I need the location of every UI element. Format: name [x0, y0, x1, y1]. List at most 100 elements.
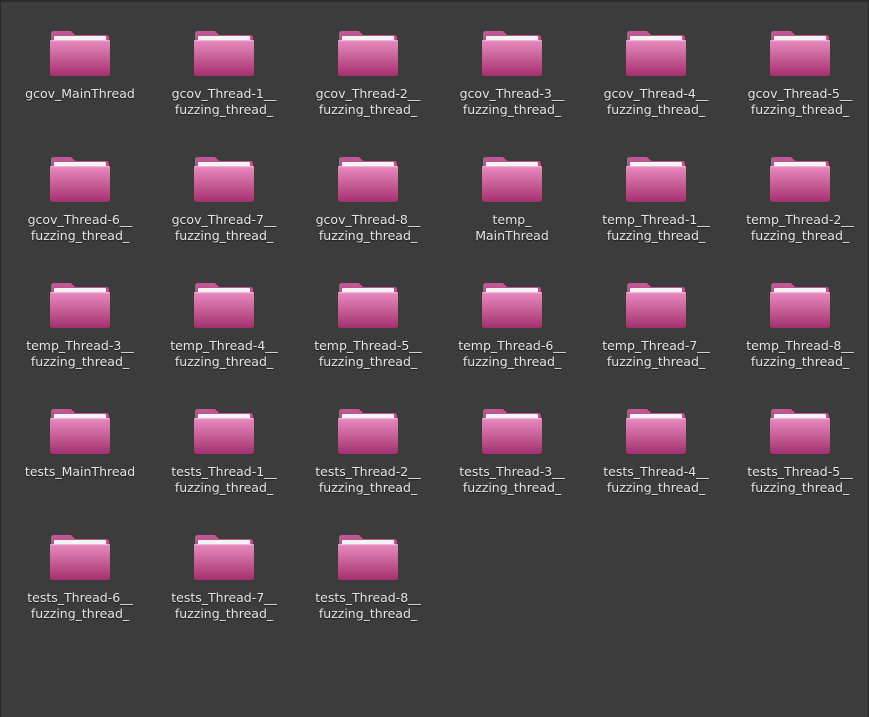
folder-name: temp_Thread-5__ fuzzing_thread_ — [298, 338, 438, 370]
folder-item[interactable]: gcov_Thread-1__ fuzzing_thread_ — [152, 22, 296, 148]
folder-name: gcov_Thread-1__ fuzzing_thread_ — [154, 86, 294, 118]
folder-item[interactable]: tests_Thread-3__ fuzzing_thread_ — [440, 400, 584, 526]
folder-item[interactable]: tests_Thread-4__ fuzzing_thread_ — [584, 400, 728, 526]
folder-name-line1: gcov_Thread-5__ — [747, 86, 853, 101]
folder-icon — [769, 152, 831, 204]
folder-item[interactable]: temp_Thread-8__ fuzzing_thread_ — [728, 274, 869, 400]
folder-icon — [337, 404, 399, 456]
folder-name-line1: temp_ — [492, 212, 532, 227]
folder-item[interactable]: gcov_Thread-4__ fuzzing_thread_ — [584, 22, 728, 148]
folder-name-line1: gcov_Thread-1__ — [171, 86, 277, 101]
folder-item[interactable]: gcov_Thread-8__ fuzzing_thread_ — [296, 148, 440, 274]
folder-name-line1: tests_Thread-6__ — [27, 590, 133, 605]
folder-icon — [769, 404, 831, 456]
folder-name-line1: temp_Thread-8__ — [746, 338, 854, 353]
folder-name-line1: gcov_Thread-3__ — [459, 86, 565, 101]
folder-item[interactable]: temp_Thread-4__ fuzzing_thread_ — [152, 274, 296, 400]
folder-item[interactable]: gcov_Thread-6__ fuzzing_thread_ — [8, 148, 152, 274]
folder-icon — [481, 152, 543, 204]
folder-name-line1: gcov_MainThread — [25, 86, 135, 101]
folder-icon — [337, 152, 399, 204]
folder-name-line1: temp_Thread-6__ — [458, 338, 566, 353]
folder-name-line2: fuzzing_thread_ — [174, 228, 274, 243]
folder-item[interactable]: gcov_MainThread — [8, 22, 152, 148]
folder-name: gcov_Thread-5__ fuzzing_thread_ — [730, 86, 869, 118]
folder-name: temp_Thread-4__ fuzzing_thread_ — [154, 338, 294, 370]
folder-name-line2: fuzzing_thread_ — [606, 480, 706, 495]
folder-name-line2: fuzzing_thread_ — [174, 102, 274, 117]
folder-item[interactable]: temp_Thread-7__ fuzzing_thread_ — [584, 274, 728, 400]
folder-name: temp_Thread-8__ fuzzing_thread_ — [730, 338, 869, 370]
folder-name-line1: temp_Thread-4__ — [170, 338, 278, 353]
folder-item[interactable]: gcov_Thread-7__ fuzzing_thread_ — [152, 148, 296, 274]
folder-item[interactable]: gcov_Thread-2__ fuzzing_thread_ — [296, 22, 440, 148]
folder-name-line2: fuzzing_thread_ — [606, 102, 706, 117]
folder-icon — [625, 26, 687, 78]
folder-icon — [625, 278, 687, 330]
folder-name-line2: fuzzing_thread_ — [462, 354, 562, 369]
folder-icon — [193, 530, 255, 582]
folder-icon — [337, 26, 399, 78]
folder-item[interactable]: temp_Thread-2__ fuzzing_thread_ — [728, 148, 869, 274]
folder-name-line2: fuzzing_thread_ — [174, 480, 274, 495]
folder-name: gcov_MainThread — [10, 86, 150, 102]
folder-icon — [337, 278, 399, 330]
file-manager-icon-view[interactable]: gcov_MainThread gcov_Thread-1__ fuzzing_… — [0, 0, 869, 717]
folder-item[interactable]: temp_Thread-5__ fuzzing_thread_ — [296, 274, 440, 400]
folder-name-line2: fuzzing_thread_ — [30, 606, 130, 621]
folder-name: tests_Thread-1__ fuzzing_thread_ — [154, 464, 294, 496]
folder-icon — [193, 278, 255, 330]
folder-icon — [625, 152, 687, 204]
folder-name-line2: fuzzing_thread_ — [318, 354, 418, 369]
folder-name-line1: temp_Thread-3__ — [26, 338, 134, 353]
folder-name-line2: fuzzing_thread_ — [30, 228, 130, 243]
folder-name: gcov_Thread-2__ fuzzing_thread_ — [298, 86, 438, 118]
folder-name: tests_Thread-8__ fuzzing_thread_ — [298, 590, 438, 622]
folder-icon — [49, 530, 111, 582]
folder-name-line1: tests_Thread-5__ — [747, 464, 853, 479]
folder-item[interactable]: temp_Thread-6__ fuzzing_thread_ — [440, 274, 584, 400]
folder-name-line1: tests_Thread-1__ — [171, 464, 277, 479]
folder-item[interactable]: tests_Thread-5__ fuzzing_thread_ — [728, 400, 869, 526]
folder-name: temp_Thread-6__ fuzzing_thread_ — [442, 338, 582, 370]
folder-grid: gcov_MainThread gcov_Thread-1__ fuzzing_… — [8, 22, 869, 652]
folder-name-line2: fuzzing_thread_ — [318, 480, 418, 495]
folder-name-line1: gcov_Thread-6__ — [27, 212, 133, 227]
folder-name: gcov_Thread-8__ fuzzing_thread_ — [298, 212, 438, 244]
folder-name-line1: tests_Thread-2__ — [315, 464, 421, 479]
folder-name-line2: MainThread — [475, 228, 549, 243]
folder-name-line2: fuzzing_thread_ — [174, 354, 274, 369]
folder-name-line2: fuzzing_thread_ — [750, 354, 850, 369]
folder-icon — [193, 26, 255, 78]
folder-item[interactable]: temp_Thread-3__ fuzzing_thread_ — [8, 274, 152, 400]
folder-item[interactable]: tests_Thread-1__ fuzzing_thread_ — [152, 400, 296, 526]
folder-item[interactable]: tests_MainThread — [8, 400, 152, 526]
folder-name-line2: fuzzing_thread_ — [318, 102, 418, 117]
folder-name-line2: fuzzing_thread_ — [318, 228, 418, 243]
folder-name: tests_Thread-2__ fuzzing_thread_ — [298, 464, 438, 496]
folder-icon — [193, 152, 255, 204]
folder-name: gcov_Thread-3__ fuzzing_thread_ — [442, 86, 582, 118]
folder-name-line1: gcov_Thread-4__ — [603, 86, 709, 101]
folder-name: tests_Thread-3__ fuzzing_thread_ — [442, 464, 582, 496]
folder-item[interactable]: tests_Thread-2__ fuzzing_thread_ — [296, 400, 440, 526]
folder-name-line1: temp_Thread-1__ — [602, 212, 710, 227]
folder-item[interactable]: tests_Thread-6__ fuzzing_thread_ — [8, 526, 152, 652]
folder-item[interactable]: gcov_Thread-5__ fuzzing_thread_ — [728, 22, 869, 148]
folder-name-line1: temp_Thread-2__ — [746, 212, 854, 227]
folder-item[interactable]: tests_Thread-8__ fuzzing_thread_ — [296, 526, 440, 652]
folder-icon — [769, 26, 831, 78]
folder-icon — [49, 152, 111, 204]
folder-name-line2: fuzzing_thread_ — [318, 606, 418, 621]
folder-item[interactable]: gcov_Thread-3__ fuzzing_thread_ — [440, 22, 584, 148]
folder-name: temp_Thread-1__ fuzzing_thread_ — [586, 212, 726, 244]
folder-item[interactable]: tests_Thread-7__ fuzzing_thread_ — [152, 526, 296, 652]
folder-icon — [481, 26, 543, 78]
folder-name-line1: tests_MainThread — [24, 464, 136, 479]
folder-name: gcov_Thread-6__ fuzzing_thread_ — [10, 212, 150, 244]
folder-name-line1: gcov_Thread-8__ — [315, 212, 421, 227]
folder-name-line1: tests_Thread-3__ — [459, 464, 565, 479]
folder-name-line2: fuzzing_thread_ — [30, 354, 130, 369]
folder-item[interactable]: temp_ MainThread — [440, 148, 584, 274]
folder-item[interactable]: temp_Thread-1__ fuzzing_thread_ — [584, 148, 728, 274]
